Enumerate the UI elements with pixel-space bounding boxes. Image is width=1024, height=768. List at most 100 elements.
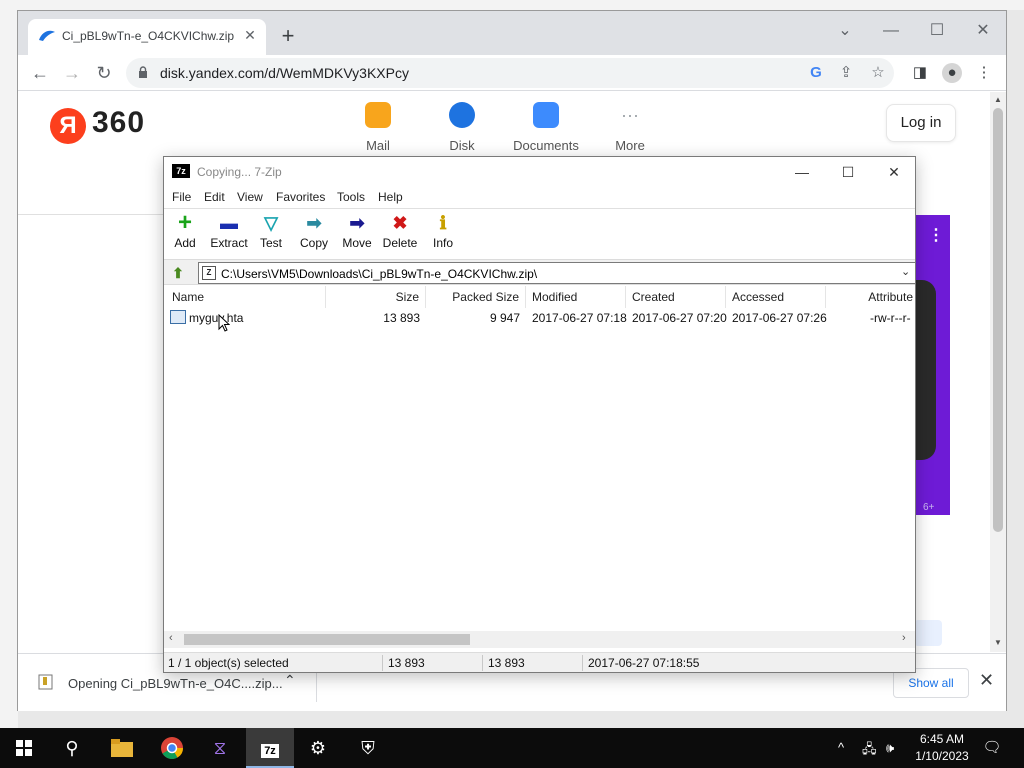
extract-icon: ▬ bbox=[220, 213, 238, 233]
extract-button[interactable]: ▬ Extract bbox=[208, 213, 250, 250]
path-text[interactable]: C:\Users\VM5\Downloads\Ci_pBL9wTn-e_O4CK… bbox=[221, 267, 537, 281]
path-combobox[interactable]: Z C:\Users\VM5\Downloads\Ci_pBL9wTn-e_O4… bbox=[198, 262, 916, 284]
google-translate-icon[interactable]: G bbox=[806, 63, 826, 83]
toolbar-label: Extract bbox=[210, 236, 248, 250]
file-list[interactable]: Name Size Packed Size Modified Created A… bbox=[164, 286, 915, 632]
settings-gear-icon[interactable]: ⚙ bbox=[294, 728, 342, 768]
column-header-packed-size[interactable]: Packed Size bbox=[426, 286, 526, 308]
profile-avatar-icon[interactable]: ● bbox=[942, 63, 962, 83]
chrome-icon[interactable] bbox=[148, 728, 196, 768]
toolbar-label: Delete bbox=[382, 236, 418, 250]
7zip-titlebar[interactable]: 7z Copying... 7-Zip — ☐ ✕ bbox=[164, 157, 915, 187]
info-button[interactable]: ℹ Info bbox=[429, 213, 457, 250]
table-row[interactable]: myguy.hta 13 893 9 947 2017-06-27 07:18 … bbox=[164, 308, 915, 328]
horizontal-scrollbar[interactable]: ‹ › bbox=[164, 631, 915, 648]
chevron-up-icon[interactable]: ⌃ bbox=[284, 672, 296, 689]
ad-menu-icon[interactable]: ⋮ bbox=[928, 225, 944, 245]
status-modified: 2017-06-27 07:18:55 bbox=[588, 656, 700, 670]
visual-studio-icon[interactable]: ⧖ bbox=[196, 728, 244, 768]
move-button[interactable]: ➡ Move bbox=[341, 213, 373, 250]
7zip-close-button[interactable]: ✕ bbox=[880, 161, 908, 183]
volume-icon[interactable]: 🕪 bbox=[886, 740, 894, 756]
delete-button[interactable]: ✖ Delete bbox=[382, 213, 418, 250]
7zip-address-bar: ⬆ Z C:\Users\VM5\Downloads\Ci_pBL9wTn-e_… bbox=[164, 259, 916, 285]
scroll-right-arrow-icon[interactable]: › bbox=[902, 632, 906, 644]
add-button[interactable]: + Add bbox=[170, 209, 200, 251]
forward-arrow-icon[interactable]: → bbox=[60, 61, 84, 85]
url-text[interactable]: disk.yandex.com/d/WemMDKVy3KXPcy bbox=[160, 65, 409, 81]
address-bar[interactable]: disk.yandex.com/d/WemMDKVy3KXPcy G ⇪ ☆ bbox=[126, 58, 894, 88]
scroll-down-arrow-icon[interactable]: ▼ bbox=[993, 638, 1003, 647]
bookmark-star-icon[interactable]: ☆ bbox=[868, 63, 888, 83]
minimize-button[interactable]: — bbox=[876, 17, 906, 45]
copy-button[interactable]: ➡ Copy bbox=[298, 213, 330, 250]
brand-360[interactable]: 360 bbox=[92, 106, 145, 140]
scroll-up-arrow-icon[interactable]: ▲ bbox=[993, 95, 1003, 104]
yandex-disk-favicon-icon bbox=[39, 30, 55, 41]
windows-start-icon[interactable] bbox=[0, 728, 48, 768]
cell-name[interactable]: myguy.hta bbox=[189, 311, 243, 325]
chevron-down-icon[interactable]: ⌄ bbox=[901, 265, 910, 278]
chrome-menu-icon[interactable]: ⋮ bbox=[974, 63, 994, 83]
login-button[interactable]: Log in bbox=[886, 104, 956, 142]
search-icon[interactable]: ⚲ bbox=[48, 728, 96, 768]
ad-age-rating: 6+ bbox=[923, 502, 935, 513]
toolbar-label: Add bbox=[174, 236, 196, 250]
7zip-maximize-button[interactable]: ☐ bbox=[834, 161, 862, 183]
status-separator bbox=[482, 655, 483, 671]
service-disk[interactable]: Disk bbox=[427, 102, 497, 153]
browser-tab[interactable]: Ci_pBL9wTn-e_O4CKVIChw.zip — ✕ bbox=[28, 19, 266, 55]
service-label: More bbox=[615, 138, 645, 153]
cell-modified: 2017-06-27 07:18 bbox=[532, 311, 627, 325]
network-icon[interactable]: 🖧 bbox=[862, 740, 877, 762]
column-header-name[interactable]: Name bbox=[164, 286, 326, 308]
menu-tools[interactable]: Tools bbox=[337, 190, 365, 204]
folder-up-icon[interactable]: ⬆ bbox=[169, 264, 187, 282]
service-more[interactable]: ··· More bbox=[595, 102, 665, 153]
toolbar-label: Test bbox=[259, 236, 282, 250]
tab-search-chevron-icon[interactable]: ⌄ bbox=[830, 17, 860, 45]
file-explorer-icon[interactable] bbox=[98, 728, 146, 768]
column-header-modified[interactable]: Modified bbox=[526, 286, 626, 308]
share-icon[interactable]: ⇪ bbox=[836, 63, 856, 83]
close-window-button[interactable]: ✕ bbox=[968, 17, 998, 45]
download-item-text[interactable]: Opening Ci_pBL9wTn-e_O4C....zip... bbox=[68, 676, 283, 691]
horizontal-scroll-thumb[interactable] bbox=[184, 634, 470, 645]
security-shield-icon[interactable]: ⛨ bbox=[344, 728, 392, 768]
show-hidden-icons-icon[interactable]: ^ bbox=[838, 740, 844, 755]
column-header-created[interactable]: Created bbox=[626, 286, 726, 308]
menu-help[interactable]: Help bbox=[378, 190, 403, 204]
notification-center-icon[interactable]: 🗨 bbox=[982, 738, 1002, 756]
documents-icon bbox=[533, 102, 559, 128]
clock-time: 6:45 AM bbox=[919, 732, 965, 746]
column-header-accessed[interactable]: Accessed bbox=[726, 286, 826, 308]
menu-view[interactable]: View bbox=[237, 190, 263, 204]
archive-path-icon: Z bbox=[202, 266, 216, 280]
menu-file[interactable]: File bbox=[172, 190, 191, 204]
menu-favorites[interactable]: Favorites bbox=[276, 190, 325, 204]
scroll-left-arrow-icon[interactable]: ‹ bbox=[169, 632, 173, 644]
7zip-taskbar-icon[interactable]: 7z bbox=[246, 728, 294, 768]
mail-icon bbox=[365, 102, 391, 128]
tab-close-icon[interactable]: ✕ bbox=[242, 27, 258, 43]
page-scrollbar[interactable]: ▲ ▼ bbox=[990, 92, 1006, 652]
7zip-minimize-button[interactable]: — bbox=[788, 161, 816, 183]
reload-icon[interactable]: ↻ bbox=[92, 61, 116, 85]
service-mail[interactable]: Mail bbox=[343, 102, 413, 153]
test-button[interactable]: ▽ Test bbox=[256, 213, 286, 250]
menu-edit[interactable]: Edit bbox=[204, 190, 225, 204]
add-icon: + bbox=[177, 209, 192, 236]
yandex-logo[interactable]: Я bbox=[50, 108, 86, 144]
column-header-size[interactable]: Size bbox=[326, 286, 426, 308]
close-shelf-icon[interactable]: ✕ bbox=[979, 670, 994, 691]
column-header-attributes[interactable]: Attribute bbox=[826, 286, 915, 308]
side-panel-icon[interactable]: ◨ bbox=[910, 63, 930, 83]
maximize-button[interactable]: ☐ bbox=[922, 17, 952, 45]
back-arrow-icon[interactable]: ← bbox=[28, 61, 52, 85]
page-button-edge[interactable] bbox=[914, 620, 942, 646]
new-tab-button[interactable]: + bbox=[276, 25, 300, 49]
service-documents[interactable]: Documents bbox=[511, 102, 581, 153]
lock-icon bbox=[139, 66, 147, 78]
taskbar-clock[interactable]: 6:45 AM 1/10/2023 bbox=[910, 731, 974, 765]
scroll-thumb[interactable] bbox=[993, 108, 1003, 532]
